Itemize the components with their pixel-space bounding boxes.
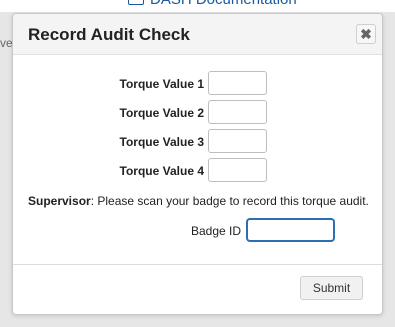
torque-input-3[interactable] — [208, 129, 267, 153]
documentation-link-label: DASH Documentation — [150, 0, 297, 8]
dialog-title: Record Audit Check — [28, 25, 190, 44]
supervisor-label: Supervisor — [28, 194, 91, 208]
supervisor-instruction: : Please scan your badge to record this … — [90, 194, 369, 208]
badge-id-label: Badge ID — [191, 224, 242, 238]
supervisor-note: Supervisor: Please scan your badge to re… — [28, 194, 369, 208]
torque-label-4: Torque Value 4 — [119, 164, 204, 178]
torque-row-2: Torque Value 2 — [13, 100, 382, 126]
submit-button[interactable]: Submit — [300, 276, 363, 300]
footer-divider — [13, 264, 382, 265]
dialog-header: Record Audit Check ✖ — [13, 14, 382, 55]
torque-label-1: Torque Value 1 — [119, 77, 204, 91]
torque-label-2: Torque Value 2 — [119, 106, 204, 120]
badge-id-input[interactable] — [246, 218, 335, 242]
close-icon[interactable]: ✖ — [356, 24, 376, 44]
documentation-link[interactable]: DASH Documentation — [128, 0, 297, 8]
torque-input-4[interactable] — [208, 158, 267, 182]
torque-row-3: Torque Value 3 — [13, 129, 382, 155]
torque-input-2[interactable] — [208, 100, 267, 124]
record-audit-dialog: Record Audit Check ✖ Torque Value 1 Torq… — [12, 13, 383, 315]
torque-row-4: Torque Value 4 — [13, 158, 382, 184]
torque-input-1[interactable] — [208, 71, 267, 95]
book-icon — [128, 0, 144, 5]
torque-row-1: Torque Value 1 — [13, 71, 382, 97]
torque-label-3: Torque Value 3 — [119, 135, 204, 149]
